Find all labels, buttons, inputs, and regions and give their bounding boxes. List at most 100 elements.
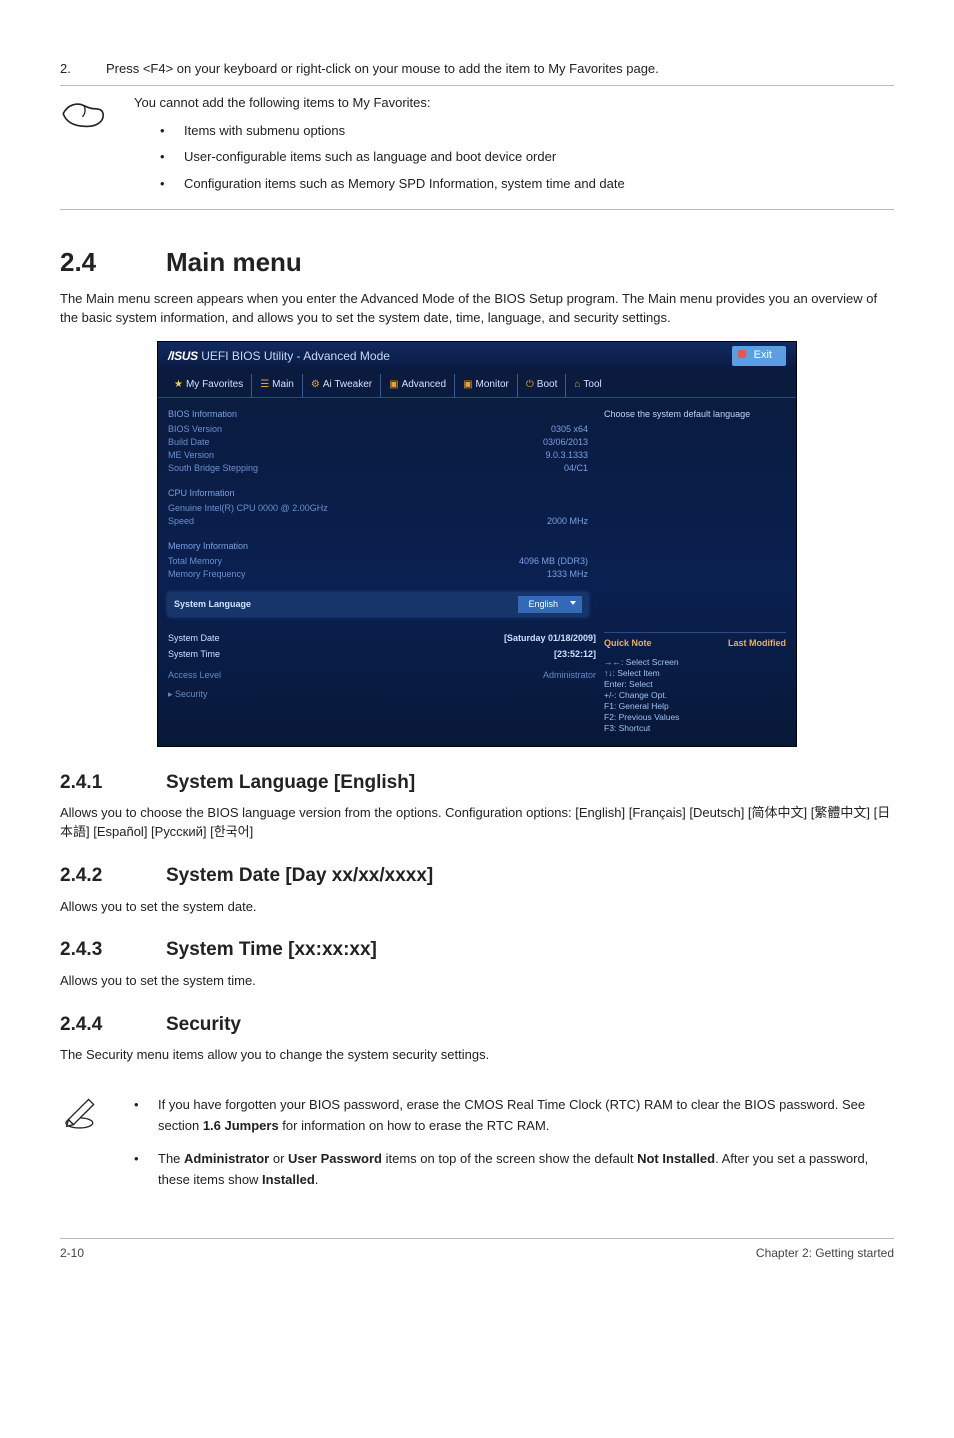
system-language-row[interactable]: System Language English bbox=[168, 593, 588, 616]
bullet-icon: • bbox=[134, 1095, 158, 1137]
section-title: Main menu bbox=[166, 247, 302, 277]
info-row: Memory Frequency1333 MHz bbox=[168, 568, 588, 581]
subsection-text: The Security menu items allow you to cha… bbox=[60, 1046, 894, 1065]
tab-boot[interactable]: ⏻Boot bbox=[518, 374, 567, 397]
bullet-text: User-configurable items such as language… bbox=[184, 147, 894, 168]
cpu-info-group: CPU Information Genuine Intel(R) CPU 000… bbox=[168, 487, 588, 528]
access-level-row: Access Level Administrator bbox=[168, 669, 596, 682]
subsection-text: Allows you to set the system time. bbox=[60, 972, 894, 991]
subsection-number: 2.4.2 bbox=[60, 862, 166, 890]
help-line: F2: Previous Values bbox=[604, 712, 786, 723]
bios-left-pane: BIOS Information BIOS Version0305 x64 Bu… bbox=[168, 408, 596, 617]
note-bullet: • If you have forgotten your BIOS passwo… bbox=[134, 1095, 894, 1137]
help-line: F1: General Help bbox=[604, 701, 786, 712]
info-group-head: CPU Information bbox=[168, 487, 588, 500]
subsection-text: Allows you to set the system date. bbox=[60, 898, 894, 917]
bios-tab-bar: ★My Favorites ☰Main ⚙Ai Tweaker ▣Advance… bbox=[158, 370, 796, 398]
chip-icon: ▣ bbox=[389, 379, 398, 390]
subsection-number: 2.4.3 bbox=[60, 936, 166, 964]
subsection-heading: 2.4.1System Language [English] bbox=[60, 769, 894, 797]
subsection-title: System Language [English] bbox=[166, 772, 415, 793]
info-row: Build Date03/06/2013 bbox=[168, 436, 588, 449]
tab-ai-tweaker[interactable]: ⚙Ai Tweaker bbox=[303, 374, 381, 397]
access-level-value: Administrator bbox=[543, 669, 596, 682]
bullet-text: Configuration items such as Memory SPD I… bbox=[184, 174, 894, 195]
hand-note-icon bbox=[60, 96, 108, 132]
menu-icon: ☰ bbox=[260, 379, 269, 390]
note-box: You cannot add the following items to My… bbox=[60, 85, 894, 210]
bios-body: BIOS Information BIOS Version0305 x64 Bu… bbox=[158, 398, 796, 627]
bullet-icon: • bbox=[160, 121, 184, 142]
info-group-head: Memory Information bbox=[168, 540, 588, 553]
bios-title-left: /ISUS UEFI BIOS Utility - Advanced Mode bbox=[168, 348, 390, 365]
help-line: Enter: Select bbox=[604, 679, 786, 690]
section-heading: 2.4Main menu bbox=[60, 244, 894, 282]
bios-bottom-right: Quick Note Last Modified →←: Select Scre… bbox=[596, 632, 786, 733]
tab-main[interactable]: ☰Main bbox=[252, 374, 303, 397]
system-language-value[interactable]: English bbox=[518, 596, 582, 613]
info-row: Total Memory4096 MB (DDR3) bbox=[168, 555, 588, 568]
subsection-title: System Date [Day xx/xx/xxxx] bbox=[166, 865, 433, 886]
bullet-text: The Administrator or User Password items… bbox=[158, 1149, 894, 1191]
star-icon: ★ bbox=[174, 379, 183, 390]
tool-icon: ⌂ bbox=[574, 379, 580, 390]
system-time-value: [23:52:12] bbox=[554, 648, 596, 661]
system-date-value: [Saturday 01/18/2009] bbox=[504, 632, 596, 645]
access-level-label: Access Level bbox=[168, 669, 221, 682]
section-number: 2.4 bbox=[60, 244, 166, 282]
monitor-icon: ▣ bbox=[463, 379, 472, 390]
power-icon: ⏻ bbox=[526, 379, 534, 390]
info-row: Genuine Intel(R) CPU 0000 @ 2.00GHz bbox=[168, 502, 588, 515]
help-line: →←: Select Screen bbox=[604, 657, 786, 668]
bios-bottom: System Date [Saturday 01/18/2009] System… bbox=[158, 626, 796, 745]
page-footer: 2-10 Chapter 2: Getting started bbox=[60, 1238, 894, 1262]
bios-screenshot: /ISUS UEFI BIOS Utility - Advanced Mode … bbox=[157, 341, 797, 746]
subsection-number: 2.4.4 bbox=[60, 1011, 166, 1039]
page-number: 2-10 bbox=[60, 1245, 84, 1262]
subsection-title: System Time [xx:xx:xx] bbox=[166, 939, 377, 960]
last-modified-button[interactable]: Last Modified bbox=[728, 637, 786, 650]
tab-advanced[interactable]: ▣Advanced bbox=[381, 374, 455, 397]
system-date-label: System Date bbox=[168, 632, 220, 645]
help-line: +/-: Change Opt. bbox=[604, 690, 786, 701]
exit-button[interactable]: Exit bbox=[732, 346, 786, 366]
step-number: 2. bbox=[60, 60, 106, 79]
bullet-text: Items with submenu options bbox=[184, 121, 894, 142]
note-box: • If you have forgotten your BIOS passwo… bbox=[60, 1085, 894, 1198]
bios-brand-logo: /ISUS bbox=[168, 349, 198, 363]
tab-monitor[interactable]: ▣Monitor bbox=[455, 374, 518, 397]
step-text: Press <F4> on your keyboard or right-cli… bbox=[106, 60, 894, 79]
system-language-label: System Language bbox=[174, 598, 251, 611]
info-row: South Bridge Stepping04/C1 bbox=[168, 462, 588, 475]
section-intro: The Main menu screen appears when you en… bbox=[60, 290, 894, 328]
system-time-row[interactable]: System Time [23:52:12] bbox=[168, 648, 596, 661]
bios-titlebar: /ISUS UEFI BIOS Utility - Advanced Mode … bbox=[158, 342, 796, 370]
chapter-label: Chapter 2: Getting started bbox=[756, 1245, 894, 1262]
note-lead: You cannot add the following items to My… bbox=[134, 94, 894, 113]
quick-mod-bar: Quick Note Last Modified bbox=[604, 632, 786, 650]
note-bullet: • The Administrator or User Password ite… bbox=[134, 1149, 894, 1191]
system-date-row[interactable]: System Date [Saturday 01/18/2009] bbox=[168, 632, 596, 645]
quick-note-button[interactable]: Quick Note bbox=[604, 637, 652, 650]
security-submenu[interactable]: Security bbox=[168, 688, 596, 701]
info-row: Speed2000 MHz bbox=[168, 515, 588, 528]
step-row: 2. Press <F4> on your keyboard or right-… bbox=[60, 60, 894, 79]
bios-right-pane: Choose the system default language bbox=[596, 408, 786, 617]
info-row: BIOS Version0305 x64 bbox=[168, 423, 588, 436]
bios-info-group: BIOS Information BIOS Version0305 x64 Bu… bbox=[168, 408, 588, 475]
gear-icon: ⚙ bbox=[311, 379, 320, 390]
tab-my-favorites[interactable]: ★My Favorites bbox=[166, 374, 252, 397]
note-bullet: • Configuration items such as Memory SPD… bbox=[134, 174, 894, 195]
subsection-title: Security bbox=[166, 1014, 241, 1035]
help-line: F3: Shortcut bbox=[604, 723, 786, 734]
bullet-text: If you have forgotten your BIOS password… bbox=[158, 1095, 894, 1137]
subsection-heading: 2.4.3System Time [xx:xx:xx] bbox=[60, 936, 894, 964]
tab-tool[interactable]: ⌂Tool bbox=[566, 374, 609, 397]
bios-bottom-left: System Date [Saturday 01/18/2009] System… bbox=[168, 632, 596, 733]
pencil-note-icon bbox=[60, 1091, 102, 1133]
bullet-icon: • bbox=[160, 147, 184, 168]
bullet-icon: • bbox=[134, 1149, 158, 1191]
subsection-heading: 2.4.2System Date [Day xx/xx/xxxx] bbox=[60, 862, 894, 890]
note-bullet: • Items with submenu options bbox=[134, 121, 894, 142]
note-icon-col bbox=[60, 1089, 134, 1190]
